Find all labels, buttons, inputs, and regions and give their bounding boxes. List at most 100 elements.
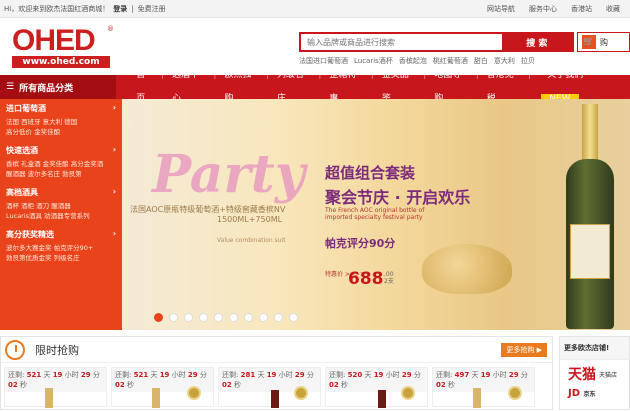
masquerade-mask-image: [422, 244, 512, 294]
flash-sale-card[interactable]: 还剩: 281 天 19 小时 29 分 02 秒: [218, 367, 321, 408]
category-links[interactable]: 醒酒器 波尔多名庄 勃艮第: [6, 169, 116, 179]
award-medal-icon: [401, 386, 415, 400]
countdown-part: 19: [266, 371, 277, 379]
main-nav: ☰ 所有商品分类 首页 | 选酒中心 | 欧杰独购 | 列级名庄 | 整箱特惠 …: [0, 70, 630, 104]
jd-logo: JD: [568, 388, 581, 399]
jd-label: 京东: [583, 391, 596, 398]
more-stores-title: 更多欧杰店铺!: [560, 337, 629, 360]
about-label: 关于我们: [547, 70, 584, 80]
carousel-dot[interactable]: [184, 313, 193, 322]
hk-site-link[interactable]: 香港站: [571, 4, 592, 14]
countdown-part: 小时: [492, 371, 507, 379]
price-unit: 2支: [384, 278, 394, 285]
tmall-logo: 天猫: [568, 367, 596, 383]
flash-sale-card[interactable]: 还剩: 521 天 19 小时 29 分 02 秒: [111, 367, 214, 408]
countdown-timer: 还剩: 521 天 19 小时 29 分 02 秒: [5, 368, 106, 392]
logo-url: www.ohed.com: [12, 56, 110, 68]
category-group: 快速选酒 › 香槟 礼盒酒 金奖佳酿 高分金奖酒 醒酒器 波尔多名庄 勃艮第: [6, 145, 116, 179]
countdown-part: 分: [413, 371, 421, 379]
countdown-part: 还剩:: [436, 371, 453, 379]
countdown-part: 天: [364, 371, 372, 379]
price-cents: .00: [384, 271, 394, 278]
registered-mark: ®: [107, 25, 114, 33]
countdown-part: 秒: [19, 381, 27, 389]
category-title[interactable]: 高分获奖精选: [6, 229, 54, 240]
award-medal-icon: [294, 386, 308, 400]
carousel-dot[interactable]: [154, 313, 163, 322]
countdown-part: 小时: [171, 371, 186, 379]
countdown-part: 分: [520, 371, 528, 379]
all-categories-label: 所有商品分类: [19, 83, 74, 94]
category-title[interactable]: 进口葡萄酒: [6, 103, 46, 114]
carousel-dot[interactable]: [289, 313, 298, 322]
top-bar: Hi，欢迎来到欧杰法国红酒商城！ 登录 | 免费注册 网站导航 服务中心 香港站…: [0, 0, 630, 18]
countdown-part: 秒: [340, 381, 348, 389]
search-input[interactable]: [301, 34, 502, 50]
countdown-part: 小时: [278, 371, 293, 379]
category-links[interactable]: Lucaris酒具 劝酒器专营系列: [6, 211, 116, 221]
flash-sale-card[interactable]: 还剩: 520 天 19 小时 29 分 02 秒: [325, 367, 428, 408]
wine-bottle-image: [152, 388, 160, 408]
category-links[interactable]: 高分低价 金奖佳酿: [6, 127, 116, 137]
tmall-label: 天猫店: [599, 371, 618, 379]
countdown-part: 分: [92, 371, 100, 379]
countdown-part: 281: [240, 371, 256, 379]
banner-english-desc: The French AOC original bottle of import…: [325, 207, 425, 221]
carousel-dot[interactable]: [274, 313, 283, 322]
category-links[interactable]: 法国 西班牙 意大利 德国: [6, 117, 116, 127]
service-center-link[interactable]: 服务中心: [529, 4, 557, 14]
category-links[interactable]: 勃艮第优质金奖 列级名庄: [6, 253, 116, 263]
carousel-dot[interactable]: [214, 313, 223, 322]
banner-score: 帕克评分90分: [325, 237, 396, 250]
award-medal-icon: [508, 386, 522, 400]
site-logo[interactable]: OHED ® www.ohed.com: [12, 25, 114, 71]
countdown-part: 小时: [64, 371, 79, 379]
countdown-part: 497: [454, 371, 470, 379]
login-link[interactable]: 登录: [113, 4, 127, 14]
category-group: 进口葡萄酒 › 法国 西班牙 意大利 德国 高分低价 金奖佳酿: [6, 103, 116, 137]
category-group: 高分获奖精选 › 波尔多大赛金奖 帕克评分90+ 勃艮第优质金奖 列级名庄: [6, 229, 116, 263]
clock-icon: [5, 339, 25, 360]
flash-sale-card[interactable]: 还剩: 521 天 19 小时 29 分 02 秒: [4, 367, 107, 408]
countdown-part: 19: [480, 371, 491, 379]
cart-button[interactable]: 🛒 购: [577, 32, 630, 52]
category-title[interactable]: 高档酒具: [6, 187, 38, 198]
more-flash-sale-button[interactable]: 更多抢购 ▶: [501, 343, 547, 357]
countdown-part: 02: [329, 381, 339, 389]
countdown-part: 天: [43, 371, 51, 379]
countdown-part: 小时: [385, 371, 400, 379]
cart-label: 购: [600, 37, 608, 47]
countdown-part: 29: [187, 371, 198, 379]
tmall-store-link[interactable]: 天猫 天猫店: [560, 360, 629, 388]
divider: |: [131, 4, 134, 13]
site-nav-link[interactable]: 网站导航: [487, 4, 515, 14]
category-title[interactable]: 快速选酒: [6, 145, 38, 156]
search-button[interactable]: 搜 索: [501, 34, 572, 50]
countdown-part: 分: [306, 371, 314, 379]
chevron-right-icon: ›: [112, 145, 116, 154]
carousel-dot[interactable]: [229, 313, 238, 322]
category-links[interactable]: 酒杯 酒柜 酒刀 醒酒器: [6, 201, 116, 211]
jd-store-link[interactable]: JD 京东: [560, 388, 629, 399]
carousel-dots: [154, 313, 298, 322]
countdown-part: 29: [80, 371, 91, 379]
favorite-link[interactable]: 收藏: [606, 4, 620, 14]
countdown-part: 19: [52, 371, 63, 379]
carousel-dot[interactable]: [199, 313, 208, 322]
all-categories-button[interactable]: ☰ 所有商品分类: [0, 75, 117, 99]
cart-icon: 🛒: [582, 35, 596, 49]
countdown-part: 天: [471, 371, 479, 379]
countdown-part: 29: [401, 371, 412, 379]
carousel-dot[interactable]: [259, 313, 268, 322]
category-links[interactable]: 香槟 礼盒酒 金奖佳酿 高分金奖酒: [6, 159, 116, 169]
category-links[interactable]: 波尔多大赛金奖 帕克评分90+: [6, 243, 116, 253]
carousel-dot[interactable]: [169, 313, 178, 322]
countdown-part: 还剩:: [222, 371, 239, 379]
promo-banner[interactable]: Party 法国AOC原瓶特级葡萄酒+特级窖藏香槟NV 1500ML+750ML…: [122, 99, 630, 330]
countdown-part: 29: [508, 371, 519, 379]
banner-value-label: Value combination suit: [217, 237, 286, 244]
flash-sale-card[interactable]: 还剩: 497 天 19 小时 29 分 02 秒: [432, 367, 535, 408]
register-link[interactable]: 免费注册: [138, 4, 166, 14]
carousel-dot[interactable]: [244, 313, 253, 322]
wine-bottle-image: [473, 388, 481, 408]
